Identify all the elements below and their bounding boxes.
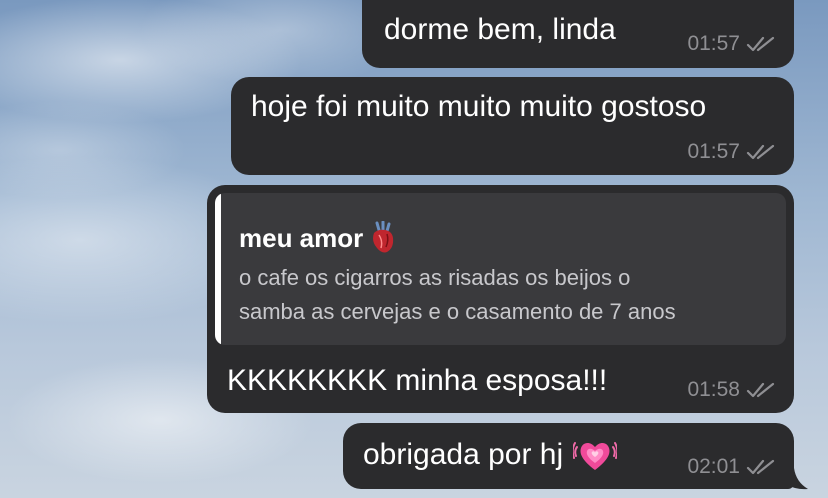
message-text: dorme bem, linda bbox=[384, 13, 616, 46]
message-meta: 01:57 bbox=[687, 140, 776, 164]
message-meta: 02:01 bbox=[687, 455, 776, 479]
message-text: obrigada por hj bbox=[363, 437, 618, 473]
message-meta: 01:58 bbox=[687, 378, 776, 402]
message-bubble[interactable]: dorme bem, linda 01:57 bbox=[362, 0, 794, 68]
message-time: 02:01 bbox=[687, 455, 740, 478]
message-meta: 01:57 bbox=[687, 32, 776, 56]
message-bubble[interactable]: hoje foi muito muito muito gostoso 01:57 bbox=[231, 77, 794, 175]
read-checkmarks-icon bbox=[746, 144, 775, 160]
reply-accent-bar bbox=[215, 193, 221, 345]
growing-heart-icon bbox=[573, 442, 618, 470]
read-checkmarks-icon bbox=[746, 382, 775, 398]
message-text-content: obrigada por hj bbox=[363, 438, 564, 471]
message-time: 01:58 bbox=[687, 378, 740, 401]
read-checkmarks-icon bbox=[746, 36, 775, 52]
reply-author: meu amor bbox=[239, 221, 397, 255]
anatomical-heart-icon bbox=[373, 221, 394, 253]
reply-preview[interactable]: meu amor o cafe os cigarros as risadas o… bbox=[215, 193, 786, 345]
message-text: KKKKKKKK minha esposa!!! bbox=[227, 364, 608, 397]
reply-text-line: o cafe os cigarros as risadas os beijos … bbox=[239, 265, 631, 290]
message-time: 01:57 bbox=[687, 32, 740, 55]
message-bubble[interactable]: meu amor o cafe os cigarros as risadas o… bbox=[207, 185, 794, 413]
message-text: hoje foi muito muito muito gostoso bbox=[251, 90, 707, 123]
bubble-tail bbox=[788, 468, 808, 490]
reply-text: o cafe os cigarros as risadas os beijos … bbox=[239, 261, 779, 329]
reply-author-name: meu amor bbox=[239, 222, 364, 253]
reply-text-line: samba as cervejas e o casamento de 7 ano… bbox=[239, 299, 676, 324]
read-checkmarks-icon bbox=[746, 459, 775, 475]
message-time: 01:57 bbox=[687, 140, 740, 163]
message-bubble[interactable]: obrigada por hj 02:01 bbox=[343, 423, 794, 489]
